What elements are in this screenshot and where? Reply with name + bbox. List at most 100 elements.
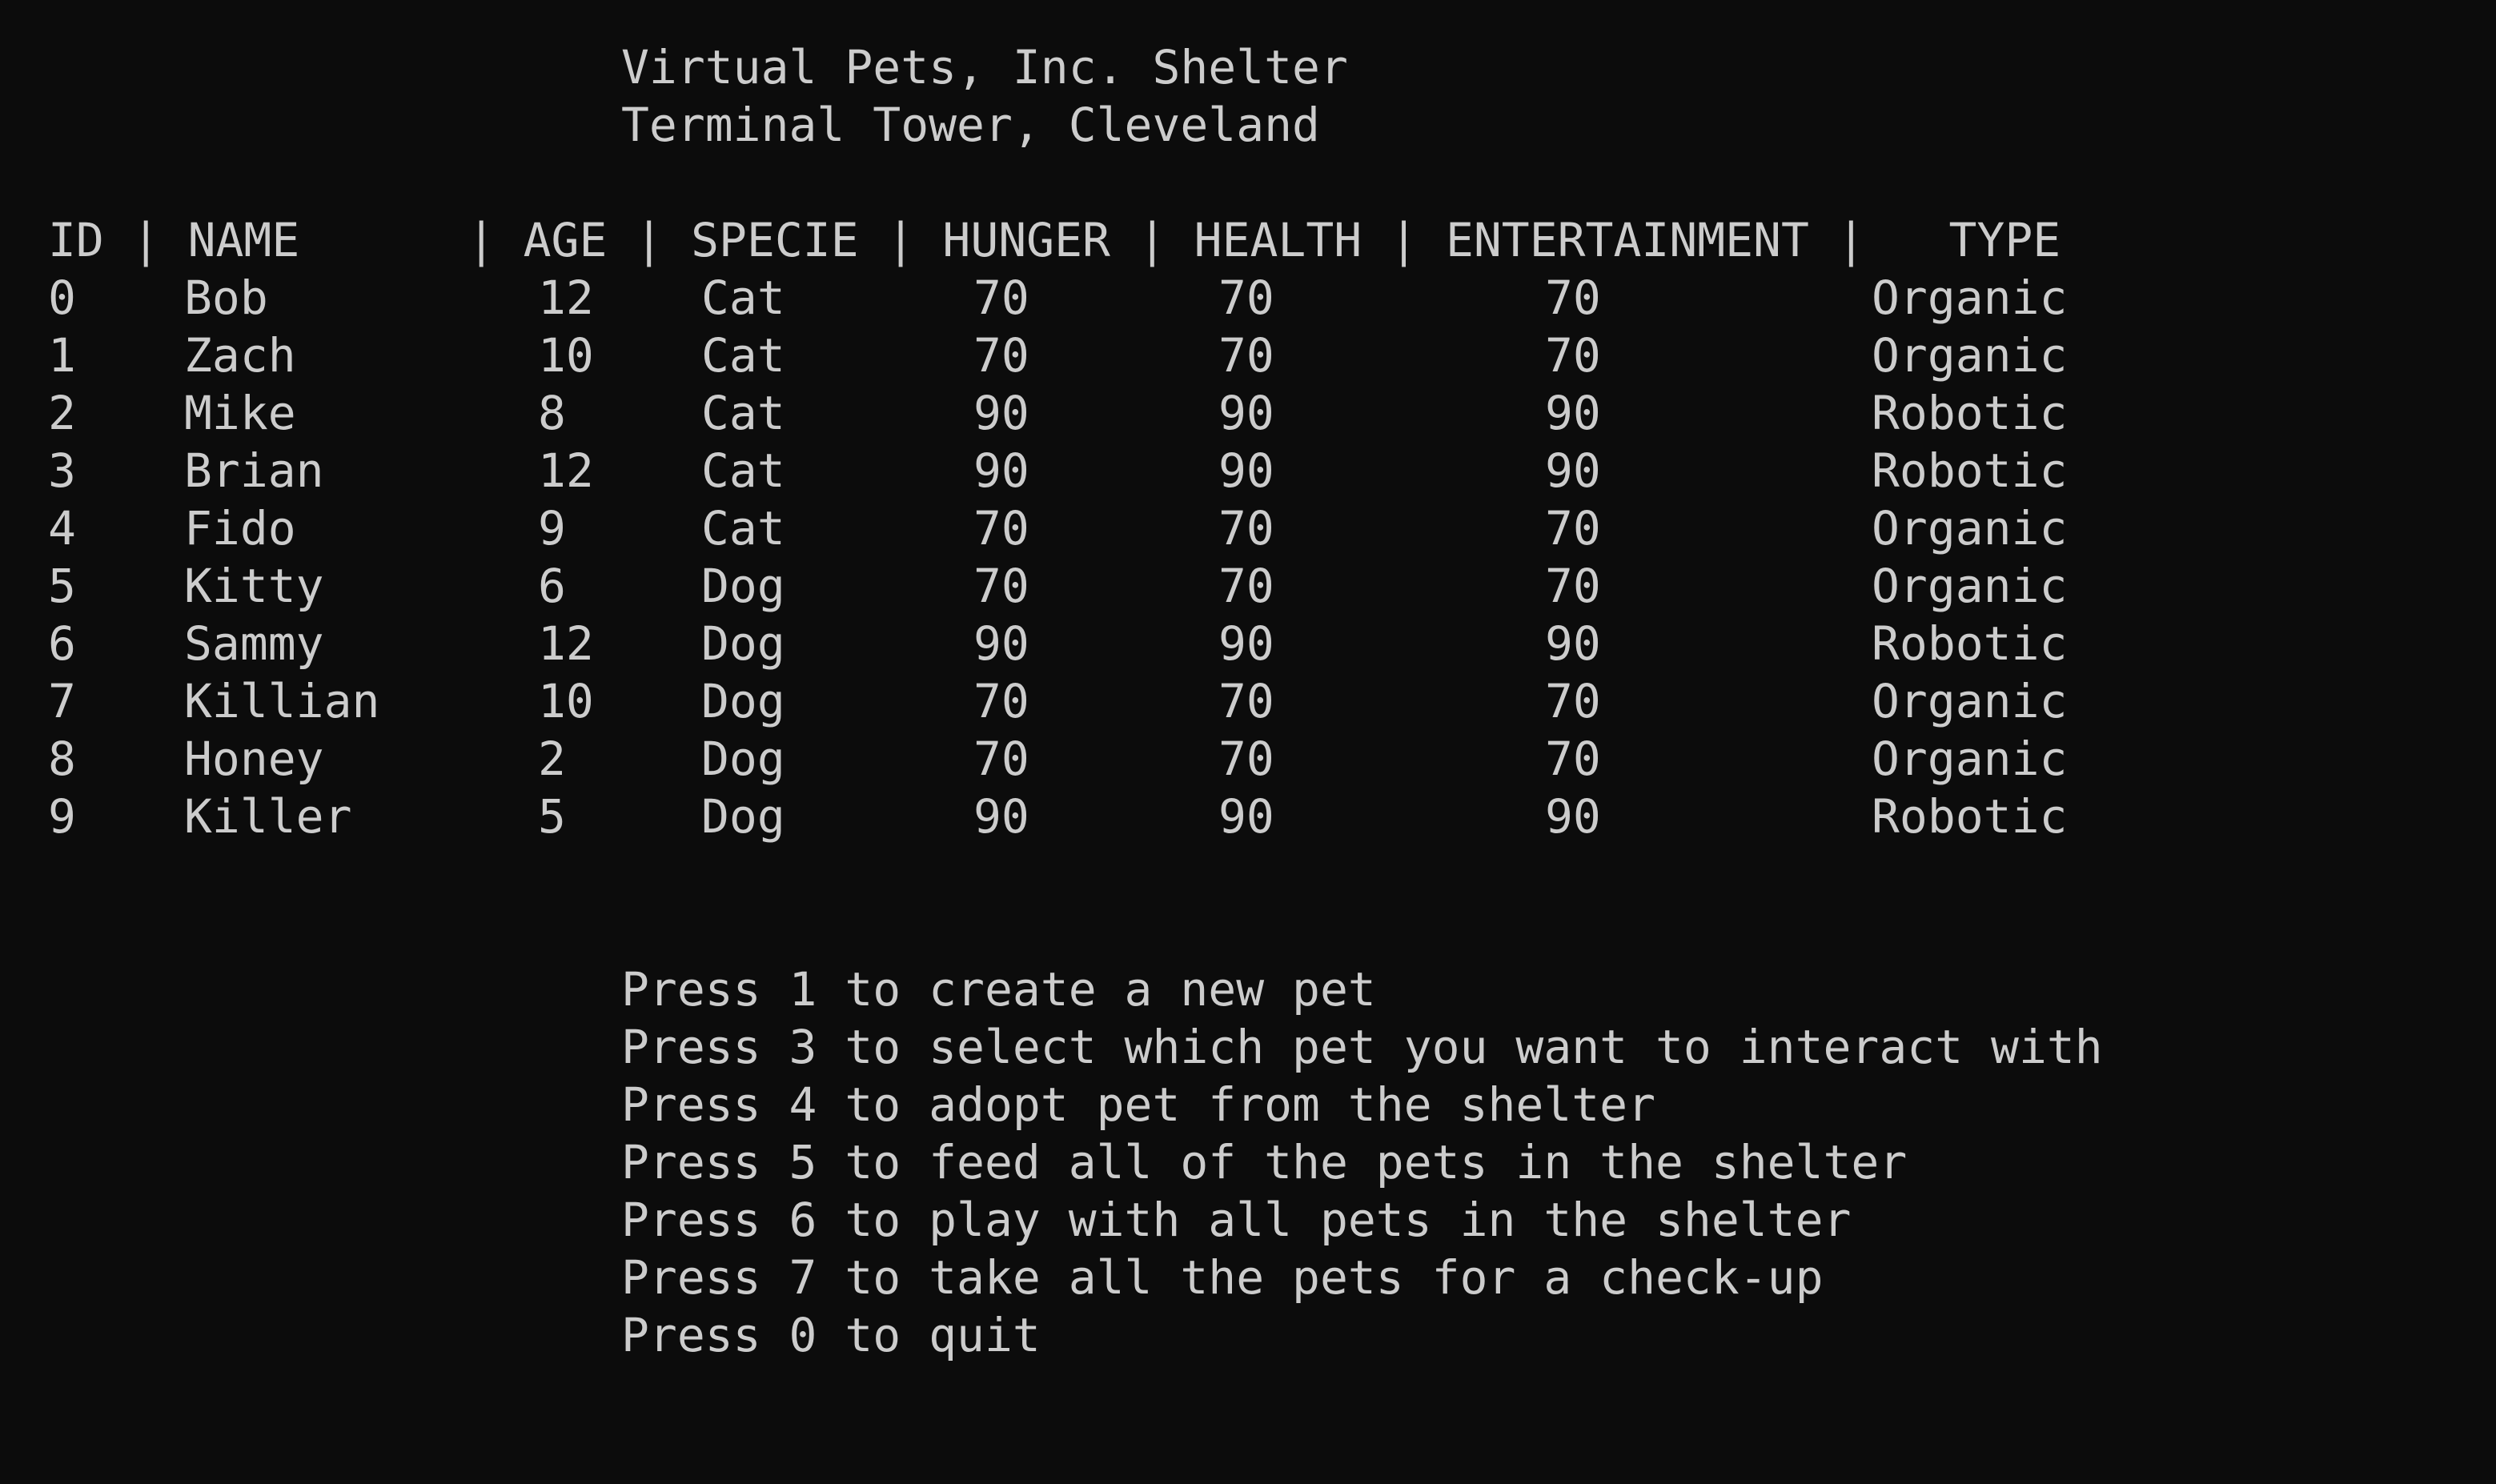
table-row: 8 Honey 2 Dog 70 70 70 Organic [0, 730, 2496, 788]
menu-option-feed-all: Press 5 to feed all of the pets in the s… [621, 1135, 1908, 1189]
pet-hunger: 70 [973, 559, 1029, 613]
pet-health: 70 [1218, 271, 1274, 325]
pet-type: Robotic [1872, 789, 2068, 844]
pet-id: 6 [48, 616, 76, 671]
pet-entertainment: 90 [1545, 386, 1601, 440]
pet-specie: Cat [701, 271, 785, 325]
pet-health: 70 [1218, 501, 1274, 555]
pet-id: 2 [48, 386, 76, 440]
pet-age: 12 [538, 271, 594, 325]
menu-option-check-up: Press 7 to take all the pets for a check… [621, 1250, 1824, 1305]
pet-hunger: 90 [973, 443, 1029, 498]
pet-name: Killer [184, 789, 352, 844]
pet-age: 6 [538, 559, 566, 613]
pet-hunger: 90 [973, 616, 1029, 671]
pet-health: 90 [1218, 616, 1274, 671]
pet-hunger: 70 [973, 328, 1029, 383]
table-row: 6 Sammy 12 Dog 90 90 90 Robotic [0, 615, 2496, 672]
pet-id: 9 [48, 789, 76, 844]
menu-option-create-pet: Press 1 to create a new pet [621, 962, 1376, 1017]
pet-health: 70 [1218, 559, 1274, 613]
pet-entertainment: 90 [1545, 789, 1601, 844]
pet-type: Organic [1872, 328, 2068, 383]
pet-type: Robotic [1872, 443, 2068, 498]
pet-entertainment: 70 [1545, 501, 1601, 555]
pet-name: Honey [184, 732, 324, 786]
pet-specie: Dog [701, 732, 785, 786]
table-row: 0 Bob 12 Cat 70 70 70 Organic [0, 269, 2496, 327]
pet-id: 0 [48, 271, 76, 325]
menu-option-quit: Press 0 to quit [621, 1308, 1041, 1362]
pet-health: 90 [1218, 789, 1274, 844]
pet-specie: Cat [701, 386, 785, 440]
pet-age: 8 [538, 386, 566, 440]
pet-id: 1 [48, 328, 76, 383]
table-row: 7 Killian 10 Dog 70 70 70 Organic [0, 672, 2496, 730]
table-header: ID | NAME | AGE | SPECIE | HUNGER | HEAL… [48, 213, 2061, 267]
table-row: 4 Fido 9 Cat 70 70 70 Organic [0, 499, 2496, 557]
pet-health: 90 [1218, 443, 1274, 498]
pet-specie: Cat [701, 501, 785, 555]
table-row: 1 Zach 10 Cat 70 70 70 Organic [0, 327, 2496, 384]
table-row: 3 Brian 12 Cat 90 90 90 Robotic [0, 442, 2496, 499]
menu-option-adopt-pet: Press 4 to adopt pet from the shelter [621, 1077, 1656, 1132]
pet-age: 5 [538, 789, 566, 844]
pet-entertainment: 70 [1545, 271, 1601, 325]
pet-hunger: 70 [973, 732, 1029, 786]
pet-type: Organic [1872, 732, 2068, 786]
pet-name: Brian [184, 443, 324, 498]
pet-specie: Dog [701, 789, 785, 844]
table-row: 9 Killer 5 Dog 90 90 90 Robotic [0, 788, 2496, 845]
pet-age: 12 [538, 616, 594, 671]
pet-name: Bob [184, 271, 268, 325]
pet-health: 70 [1218, 328, 1274, 383]
pet-type: Organic [1872, 271, 2068, 325]
pet-name: Kitty [184, 559, 324, 613]
pet-entertainment: 70 [1545, 732, 1601, 786]
pet-health: 70 [1218, 674, 1274, 728]
pet-type: Robotic [1872, 616, 2068, 671]
pet-entertainment: 90 [1545, 616, 1601, 671]
pet-health: 90 [1218, 386, 1274, 440]
pet-age: 10 [538, 674, 594, 728]
shelter-title: Virtual Pets, Inc. Shelter [621, 40, 1348, 94]
pet-hunger: 90 [973, 386, 1029, 440]
pet-name: Fido [184, 501, 296, 555]
table-row: 5 Kitty 6 Dog 70 70 70 Organic [0, 557, 2496, 615]
pet-hunger: 70 [973, 674, 1029, 728]
pet-entertainment: 70 [1545, 328, 1601, 383]
table-row: 2 Mike 8 Cat 90 90 90 Robotic [0, 384, 2496, 442]
menu-option-play-all: Press 6 to play with all pets in the she… [621, 1193, 1852, 1247]
pet-health: 70 [1218, 732, 1274, 786]
pet-specie: Cat [701, 443, 785, 498]
menu-option-select-pet: Press 3 to select which pet you want to … [621, 1020, 2103, 1074]
pet-age: 2 [538, 732, 566, 786]
pet-type: Robotic [1872, 386, 2068, 440]
pet-type: Organic [1872, 559, 2068, 613]
pet-name: Sammy [184, 616, 324, 671]
pet-id: 5 [48, 559, 76, 613]
pet-name: Killian [184, 674, 380, 728]
pet-entertainment: 90 [1545, 443, 1601, 498]
pet-hunger: 90 [973, 789, 1029, 844]
pet-hunger: 70 [973, 501, 1029, 555]
pet-specie: Dog [701, 559, 785, 613]
pet-type: Organic [1872, 501, 2068, 555]
pet-specie: Dog [701, 674, 785, 728]
pet-id: 3 [48, 443, 76, 498]
pet-id: 7 [48, 674, 76, 728]
pet-age: 12 [538, 443, 594, 498]
pet-hunger: 70 [973, 271, 1029, 325]
pet-id: 8 [48, 732, 76, 786]
pet-entertainment: 70 [1545, 559, 1601, 613]
pet-age: 10 [538, 328, 594, 383]
terminal-console[interactable]: Virtual Pets, Inc. Shelter Terminal Towe… [0, 0, 2496, 1484]
pet-id: 4 [48, 501, 76, 555]
pet-type: Organic [1872, 674, 2068, 728]
pet-name: Zach [184, 328, 296, 383]
pet-specie: Cat [701, 328, 785, 383]
pet-specie: Dog [701, 616, 785, 671]
shelter-location: Terminal Tower, Cleveland [621, 98, 1320, 152]
pet-entertainment: 70 [1545, 674, 1601, 728]
pet-age: 9 [538, 501, 566, 555]
